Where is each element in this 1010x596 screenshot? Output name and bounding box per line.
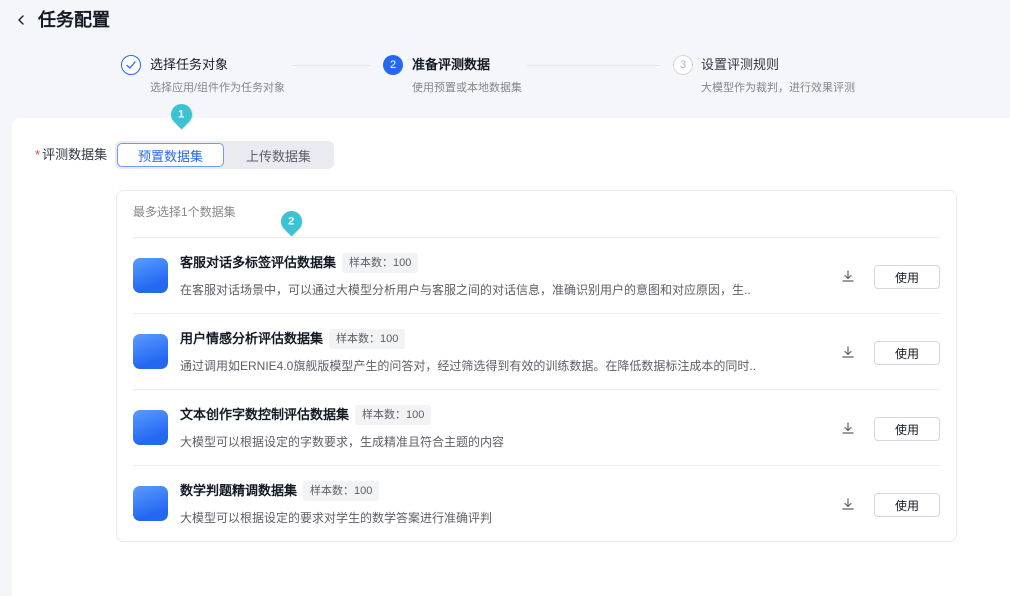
dataset-description: 在客服对话场景中，可以通过大模型分析用户与客服之间的对话信息，准确识别用户的意图… [180, 283, 751, 297]
dataset-title: 数学判题精调数据集 [180, 483, 298, 498]
dataset-icon [133, 486, 168, 521]
download-icon[interactable] [842, 498, 854, 510]
step-1-indicator [121, 55, 141, 75]
dataset-list: 客服对话多标签评估数据集 样本数：100 在客服对话场景中，可以通过大模型分析用… [133, 237, 940, 541]
dataset-item-head: 客服对话多标签评估数据集 样本数：100 [180, 253, 419, 273]
dataset-description: 大模型可以根据设定的字数要求，生成精准且符合主题的内容 [180, 435, 505, 449]
sample-count-tag: 样本数：100 [329, 329, 406, 349]
config-card: * 评测数据集 预置数据集 上传数据集 最多选择1个数据集 客服对话多标签评估数据… [12, 118, 1010, 596]
dataset-list-panel: 最多选择1个数据集 客服对话多标签评估数据集 样本数：100 在客服对话场景中，… [116, 190, 957, 542]
dataset-item-head: 用户情感分析评估数据集 样本数：100 [180, 329, 406, 349]
sample-count-tag: 样本数：100 [303, 481, 380, 501]
dataset-title: 客服对话多标签评估数据集 [180, 255, 337, 270]
back-button[interactable] [14, 13, 28, 27]
step-3-label: 设置评测规则 [701, 57, 780, 72]
dataset-icon [133, 410, 168, 445]
download-icon [842, 270, 854, 282]
tab-preset-datasets[interactable]: 预置数据集 [117, 143, 224, 167]
dataset-item[interactable]: 数学判题精调数据集 样本数：100 大模型可以根据设定的要求对学生的数学答案进行… [133, 465, 940, 541]
use-dataset-button[interactable]: 使用 [874, 341, 940, 365]
dataset-field-label: * 评测数据集 [35, 147, 107, 163]
tab-upload-datasets[interactable]: 上传数据集 [225, 143, 332, 167]
dataset-title: 文本创作字数控制评估数据集 [180, 407, 350, 422]
dataset-description: 通过调用如ERNIE4.0旗舰版模型产生的问答对，经过筛选得到有效的训练数据。在… [180, 359, 757, 373]
dataset-icon [133, 258, 168, 293]
dataset-title: 用户情感分析评估数据集 [180, 331, 324, 346]
step-2-label: 准备评测数据 [412, 57, 491, 72]
step-2-desc: 使用预置或本地数据集 [412, 82, 522, 94]
use-dataset-button[interactable]: 使用 [874, 493, 940, 517]
check-icon [126, 61, 136, 69]
download-icon[interactable] [842, 422, 854, 434]
marker-label: 2 [288, 215, 295, 227]
download-icon [842, 422, 854, 434]
dataset-description: 大模型可以根据设定的要求对学生的数学答案进行准确评判 [180, 511, 493, 525]
sample-count-tag: 样本数：100 [342, 253, 419, 273]
use-dataset-button[interactable]: 使用 [874, 265, 940, 289]
download-icon[interactable] [842, 346, 854, 358]
sample-count-tag: 样本数：100 [355, 405, 432, 425]
dataset-item-head: 文本创作字数控制评估数据集 样本数：100 [180, 405, 432, 425]
selection-hint: 最多选择1个数据集 [133, 205, 236, 219]
chevron-left-icon [18, 15, 24, 25]
dataset-item-head: 数学判题精调数据集 样本数：100 [180, 481, 380, 501]
step-connector [527, 65, 660, 66]
page-title: 任务配置 [38, 10, 110, 30]
dataset-source-switch: 预置数据集 上传数据集 [115, 141, 334, 169]
use-dataset-button[interactable]: 使用 [874, 417, 940, 441]
step-3-indicator: 3 [673, 55, 693, 75]
dataset-field-label-text: 评测数据集 [42, 147, 108, 162]
dataset-item[interactable]: 用户情感分析评估数据集 样本数：100 通过调用如ERNIE4.0旗舰版模型产生… [133, 313, 940, 389]
step-3-desc: 大模型作为裁判，进行效果评测 [701, 82, 855, 94]
download-icon [842, 498, 854, 510]
download-icon[interactable] [842, 270, 854, 282]
step-1-desc: 选择应用/组件作为任务对象 [150, 82, 286, 94]
dataset-item[interactable]: 文本创作字数控制评估数据集 样本数：100 大模型可以根据设定的字数要求，生成精… [133, 389, 940, 465]
step-2-indicator: 2 [383, 55, 403, 75]
required-mark: * [35, 147, 41, 162]
marker-label: 1 [178, 108, 185, 120]
dataset-icon [133, 334, 168, 369]
dataset-item[interactable]: 客服对话多标签评估数据集 样本数：100 在客服对话场景中，可以通过大模型分析用… [133, 237, 940, 313]
step-1-label: 选择任务对象 [150, 57, 229, 72]
step-connector [292, 65, 370, 66]
download-icon [842, 346, 854, 358]
